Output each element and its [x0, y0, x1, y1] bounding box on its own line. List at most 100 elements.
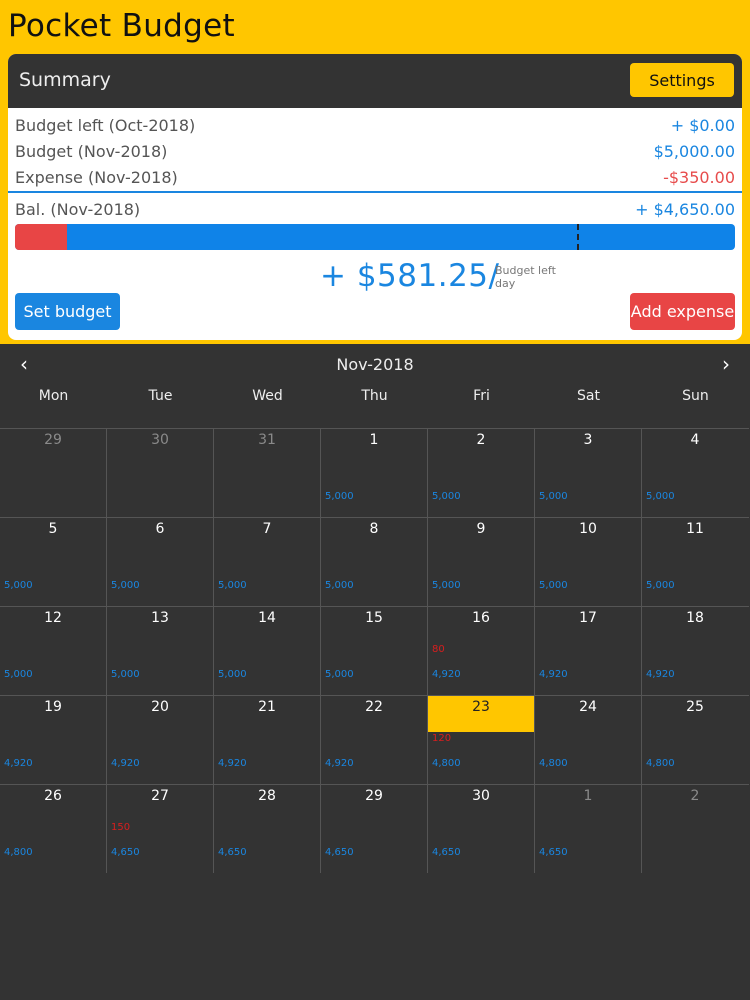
day-cell[interactable]: 3 5,000	[535, 428, 642, 517]
chevron-right-icon[interactable]: ›	[716, 352, 736, 376]
month-title: Nov-2018	[336, 355, 414, 374]
day-number: 2	[690, 788, 700, 804]
day-number: 2	[476, 432, 486, 448]
day-cell[interactable]: 9 5,000	[428, 517, 535, 606]
day-cell[interactable]: 29 4,650	[321, 784, 428, 873]
day-number: 5	[48, 521, 58, 537]
day-balance: 4,650	[432, 847, 461, 858]
settings-button[interactable]: Settings	[630, 63, 734, 97]
day-balance: 4,650	[325, 847, 354, 858]
day-cell[interactable]: 16 80 4,920	[428, 606, 535, 695]
weekday-label: Sun	[682, 388, 709, 404]
day-cell[interactable]: 5 5,000	[0, 517, 107, 606]
day-cell[interactable]: 30 4,650	[428, 784, 535, 873]
per-day-value: + $581.25/	[320, 258, 500, 294]
summary-card: Summary Settings Budget left (Oct-2018) …	[8, 54, 742, 340]
day-cell[interactable]: 28 4,650	[214, 784, 321, 873]
day-number: 24	[579, 699, 597, 715]
day-number: 12	[44, 610, 62, 626]
row-label: Expense (Nov-2018)	[15, 168, 178, 187]
header-area: Pocket Budget Summary Settings Budget le…	[0, 0, 750, 344]
day-cell[interactable]: 10 5,000	[535, 517, 642, 606]
day-cell[interactable]: 20 4,920	[107, 695, 214, 784]
day-cell[interactable]: 17 4,920	[535, 606, 642, 695]
day-balance: 5,000	[432, 580, 461, 591]
day-cell[interactable]: 11 5,000	[642, 517, 749, 606]
day-cell[interactable]: 30	[107, 428, 214, 517]
day-cell[interactable]: 1 4,650	[535, 784, 642, 873]
day-number: 18	[686, 610, 704, 626]
day-cell[interactable]: 31	[214, 428, 321, 517]
day-number: 30	[151, 432, 169, 448]
per-day-caption: Budget left day	[495, 264, 556, 290]
day-number: 25	[686, 699, 704, 715]
day-balance: 4,920	[646, 669, 675, 680]
day-cell[interactable]: 22 4,920	[321, 695, 428, 784]
summary-title: Summary	[19, 69, 111, 91]
row-budget-left: Budget left (Oct-2018) + $0.00	[15, 114, 735, 138]
day-cell[interactable]: 8 5,000	[321, 517, 428, 606]
day-cell[interactable]: 27 150 4,650	[107, 784, 214, 873]
row-balance: Bal. (Nov-2018) + $4,650.00	[15, 198, 735, 222]
day-cell[interactable]: 26 4,800	[0, 784, 107, 873]
day-expense: 150	[111, 822, 131, 833]
day-cell[interactable]: 13 5,000	[107, 606, 214, 695]
day-cell-today[interactable]: 23 120 4,800	[428, 695, 535, 784]
calendar-nav: ‹ Nov-2018 ›	[0, 350, 750, 380]
day-cell[interactable]: 29	[0, 428, 107, 517]
day-cell[interactable]: 4 5,000	[642, 428, 749, 517]
day-number: 19	[44, 699, 62, 715]
add-expense-button[interactable]: Add expense	[630, 293, 735, 330]
day-balance: 5,000	[325, 580, 354, 591]
day-cell[interactable]: 21 4,920	[214, 695, 321, 784]
day-balance: 5,000	[4, 669, 33, 680]
row-label: Budget (Nov-2018)	[15, 142, 168, 161]
day-cell[interactable]: 6 5,000	[107, 517, 214, 606]
day-balance: 4,650	[539, 847, 568, 858]
day-cell[interactable]: 1 5,000	[321, 428, 428, 517]
day-cell[interactable]: 25 4,800	[642, 695, 749, 784]
weekday-label: Tue	[148, 388, 173, 404]
day-number: 8	[369, 521, 379, 537]
day-cell[interactable]: 24 4,800	[535, 695, 642, 784]
day-balance: 5,000	[218, 669, 247, 680]
day-cell[interactable]: 14 5,000	[214, 606, 321, 695]
day-cell[interactable]: 15 5,000	[321, 606, 428, 695]
expense-fill	[15, 224, 67, 250]
day-cell[interactable]: 2	[642, 784, 749, 873]
divider	[8, 191, 742, 193]
day-balance: 4,650	[111, 847, 140, 858]
day-number: 29	[365, 788, 383, 804]
calendar-grid: 29 30 31 1 5,000 2 5,000 3 5,000 4 5,000 5 5,000 6 5,0…	[0, 428, 750, 876]
weekday-label: Thu	[361, 388, 388, 404]
day-balance: 5,000	[325, 669, 354, 680]
day-balance: 5,000	[218, 580, 247, 591]
set-budget-button[interactable]: Set budget	[15, 293, 120, 330]
day-cell[interactable]: 18 4,920	[642, 606, 749, 695]
day-balance: 4,920	[111, 758, 140, 769]
day-cell[interactable]: 12 5,000	[0, 606, 107, 695]
day-cell[interactable]: 7 5,000	[214, 517, 321, 606]
day-number: 3	[583, 432, 593, 448]
day-cell[interactable]: 2 5,000	[428, 428, 535, 517]
day-number: 14	[258, 610, 276, 626]
day-number: 20	[151, 699, 169, 715]
day-balance: 5,000	[432, 491, 461, 502]
row-value: $5,000.00	[653, 142, 735, 161]
day-number: 15	[365, 610, 383, 626]
day-balance: 4,920	[325, 758, 354, 769]
balance-value: + $4,650.00	[635, 200, 735, 219]
day-expense: 120	[432, 733, 452, 744]
day-number: 1	[369, 432, 379, 448]
day-number: 16	[472, 610, 490, 626]
day-number: 17	[579, 610, 597, 626]
day-balance: 5,000	[646, 580, 675, 591]
weekday-label: Fri	[473, 388, 490, 404]
day-number: 9	[476, 521, 486, 537]
day-balance: 4,920	[218, 758, 247, 769]
day-balance: 5,000	[539, 580, 568, 591]
day-cell[interactable]: 19 4,920	[0, 695, 107, 784]
weekday-label: Mon	[38, 388, 69, 404]
weekday-label: Sat	[577, 388, 600, 404]
day-balance: 4,920	[432, 669, 461, 680]
